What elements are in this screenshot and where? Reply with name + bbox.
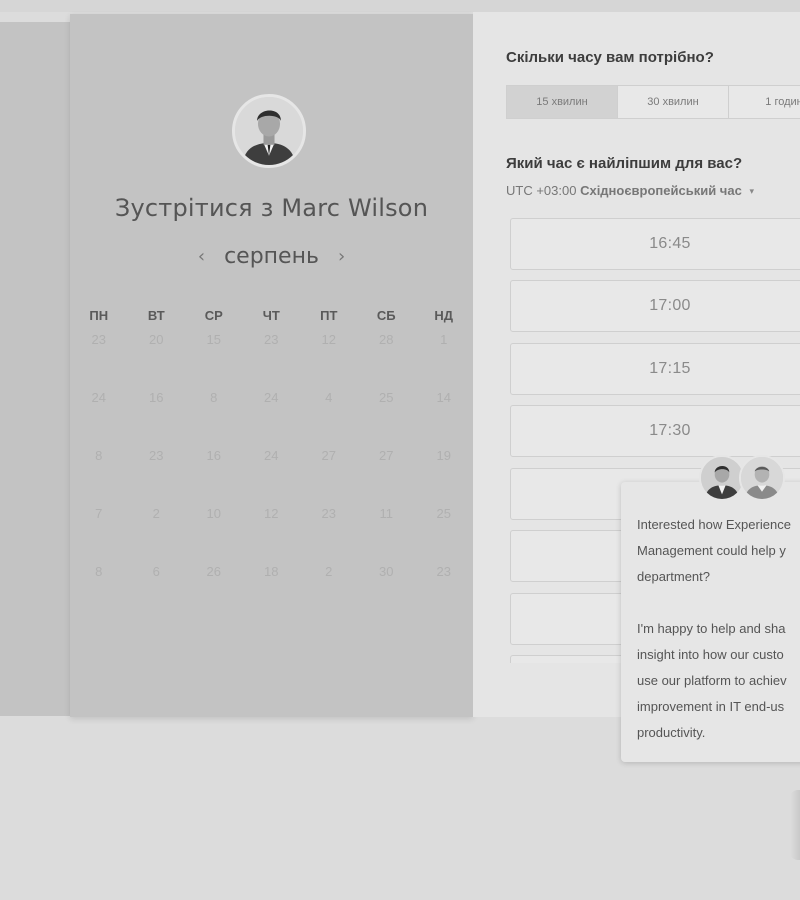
calendar-day[interactable]: 19 xyxy=(415,448,473,463)
calendar-day[interactable]: 1 xyxy=(415,332,473,347)
calendar-day[interactable]: 24 xyxy=(243,448,301,463)
chat-line: I'm happy to help and sha xyxy=(637,621,786,636)
chat-line: productivity. xyxy=(637,725,706,740)
chat-line: improvement in IT end-us xyxy=(637,699,785,714)
chat-agent-avatar xyxy=(739,455,785,501)
weekday-label: ЧТ xyxy=(262,308,280,323)
calendar-day[interactable]: 2 xyxy=(300,564,358,579)
time-slot-label: 17:00 xyxy=(649,297,691,314)
chevron-right-icon[interactable]: › xyxy=(326,246,357,267)
calendar-day[interactable]: 28 xyxy=(358,332,416,347)
calendar-day[interactable]: 23 xyxy=(415,564,473,579)
person-portrait-icon xyxy=(235,97,303,165)
calendar-day[interactable]: 26 xyxy=(185,564,243,579)
weekday-label: СБ xyxy=(376,308,396,323)
chat-line: Management could help y xyxy=(637,543,786,558)
calendar-day[interactable]: 25 xyxy=(358,390,416,405)
chat-line: Interested how Experience xyxy=(637,517,791,532)
weekday-label: СР xyxy=(204,308,223,323)
calendar-day[interactable]: 6 xyxy=(128,564,186,579)
calendar-day[interactable]: 8 xyxy=(70,448,128,463)
time-slot-label: 16:45 xyxy=(649,235,691,252)
time-slot-label: 17:30 xyxy=(649,422,691,439)
calendar-day[interactable]: 23 xyxy=(243,332,301,347)
month-navigator: ‹ серпень › xyxy=(70,244,473,269)
calendar-day[interactable]: 23 xyxy=(300,506,358,521)
weekday-label: ВТ xyxy=(147,308,165,323)
duration-selector: 15 хвилин 30 хвилин 1 годин xyxy=(506,85,800,119)
time-slot-button[interactable]: 17:15 xyxy=(510,343,800,395)
calendar-day[interactable]: 18 xyxy=(243,564,301,579)
duration-option-30[interactable]: 30 хвилин xyxy=(618,86,729,118)
time-slot-button[interactable]: 17:30 xyxy=(510,405,800,457)
weekday-label: ПТ xyxy=(320,308,338,323)
duration-option-60[interactable]: 1 годин xyxy=(729,86,800,118)
calendar-day[interactable]: 20 xyxy=(128,332,186,347)
duration-question: Скільки часу вам потрібно? xyxy=(506,49,714,66)
chat-line xyxy=(637,590,800,616)
chat-launcher-edge[interactable] xyxy=(790,790,800,860)
meet-title: Зустрітися з Marc Wilson xyxy=(114,194,429,222)
calendar-day[interactable]: 24 xyxy=(70,390,128,405)
calendar-day[interactable]: 23 xyxy=(128,448,186,463)
calendar-day[interactable]: 2 xyxy=(128,506,186,521)
month-label: серпень xyxy=(224,244,319,269)
calendar-day[interactable]: 15 xyxy=(185,332,243,347)
time-slot-button[interactable]: 17:00 xyxy=(510,280,800,332)
chat-line: insight into how our custo xyxy=(637,647,784,662)
chat-popup[interactable]: Interested how Experience Management cou… xyxy=(621,455,800,762)
calendar-week: 23 20 15 23 12 28 1 xyxy=(70,332,473,347)
caret-down-icon: ▾ xyxy=(749,186,754,196)
time-question: Який час є найліпшим для вас? xyxy=(506,155,743,172)
host-avatar xyxy=(232,94,306,168)
calendar-day[interactable]: 10 xyxy=(185,506,243,521)
scheduler-profile-panel: Зустрітися з Marc Wilson ‹ серпень › ПН … xyxy=(70,14,473,717)
calendar-week: 8 23 16 24 27 27 19 xyxy=(70,448,473,463)
calendar-week: 7 2 10 12 23 11 25 xyxy=(70,506,473,521)
person-portrait-icon xyxy=(741,457,783,499)
weekday-label: НД xyxy=(434,308,454,323)
calendar-day[interactable]: 12 xyxy=(300,332,358,347)
calendar-day[interactable]: 14 xyxy=(415,390,473,405)
calendar-day[interactable]: 27 xyxy=(358,448,416,463)
page-top-edge xyxy=(0,0,800,12)
calendar-day[interactable]: 30 xyxy=(358,564,416,579)
calendar-week: 24 16 8 24 4 25 14 xyxy=(70,390,473,405)
calendar-day[interactable]: 23 xyxy=(70,332,128,347)
time-slot-label: 17:15 xyxy=(649,360,691,377)
duration-option-15[interactable]: 15 хвилин xyxy=(507,86,618,118)
chat-line: use our platform to achiev xyxy=(637,673,787,688)
calendar-day[interactable]: 12 xyxy=(243,506,301,521)
timezone-selector[interactable]: UTC +03:00 Східноєвропейський час ▾ xyxy=(506,183,754,198)
timezone-name: Східноєвропейський час xyxy=(580,183,742,198)
calendar-day[interactable]: 11 xyxy=(358,506,416,521)
calendar-day[interactable]: 16 xyxy=(128,390,186,405)
calendar-day[interactable]: 25 xyxy=(415,506,473,521)
calendar-week: 8 6 26 18 2 30 23 xyxy=(70,564,473,579)
weekday-label: ПН xyxy=(89,308,109,323)
backdrop-overlay xyxy=(0,22,70,716)
calendar-day[interactable]: 4 xyxy=(300,390,358,405)
weekday-header: ПН ВТ СР ЧТ ПТ СБ НД xyxy=(70,308,473,323)
calendar-day[interactable]: 16 xyxy=(185,448,243,463)
calendar-day[interactable]: 24 xyxy=(243,390,301,405)
chat-line: department? xyxy=(637,569,710,584)
calendar-day[interactable]: 8 xyxy=(185,390,243,405)
calendar-day[interactable]: 27 xyxy=(300,448,358,463)
time-slot-button[interactable]: 16:45 xyxy=(510,218,800,270)
person-portrait-icon xyxy=(701,457,743,499)
chevron-left-icon[interactable]: ‹ xyxy=(186,246,217,267)
calendar-day[interactable]: 7 xyxy=(70,506,128,521)
calendar-day[interactable]: 8 xyxy=(70,564,128,579)
timezone-offset: UTC +03:00 xyxy=(506,183,577,198)
chat-message: Interested how Experience Management cou… xyxy=(637,512,800,746)
